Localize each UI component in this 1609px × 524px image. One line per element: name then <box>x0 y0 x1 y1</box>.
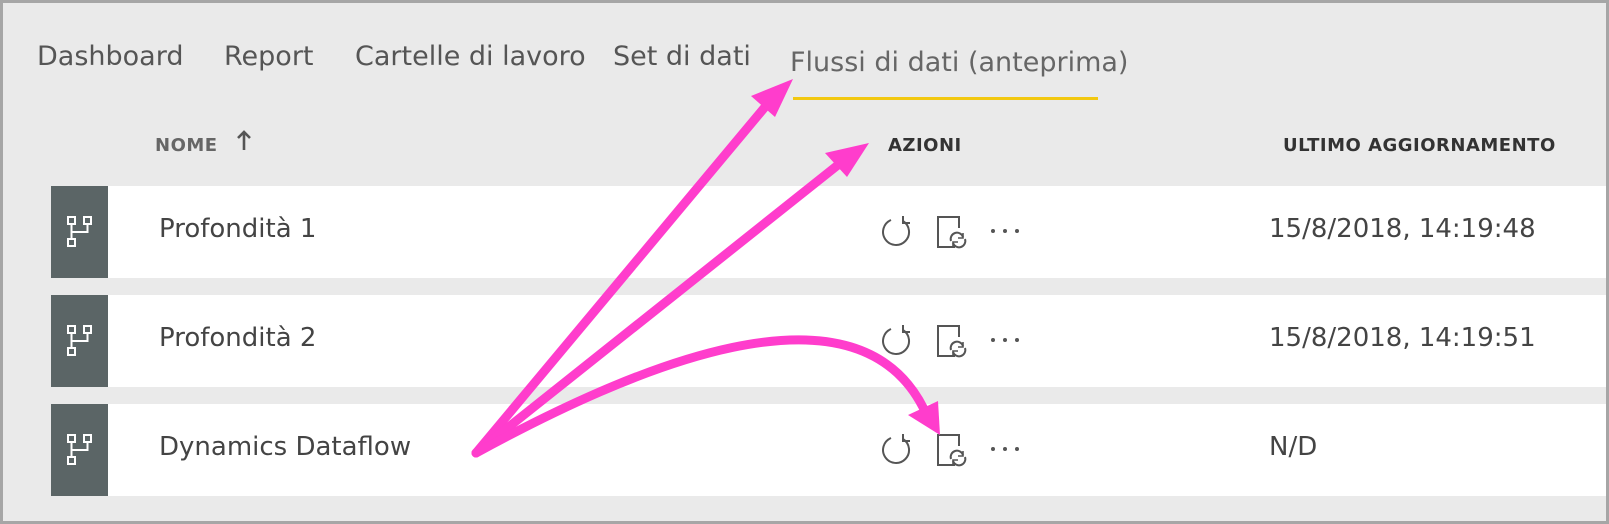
dataflow-name[interactable]: Dynamics Dataflow <box>159 432 411 462</box>
refresh-icon[interactable] <box>879 432 915 468</box>
content-tabs: Dashboard Report Cartelle di lavoro Set … <box>3 3 1606 113</box>
schedule-refresh-icon[interactable] <box>935 432 971 468</box>
dataflow-icon <box>67 216 92 247</box>
schedule-refresh-icon[interactable] <box>935 214 971 250</box>
more-options-icon[interactable] <box>987 323 1023 359</box>
tab-datasets[interactable]: Set di dati <box>613 41 751 72</box>
tab-dataflows[interactable]: Flussi di dati (anteprima) <box>790 47 1128 78</box>
dataflows-panel: Dashboard Report Cartelle di lavoro Set … <box>3 3 1606 521</box>
dataflow-name[interactable]: Profondità 1 <box>159 214 316 244</box>
active-tab-underline <box>793 97 1098 100</box>
column-header-actions: AZIONI <box>888 135 962 156</box>
dataflow-name[interactable]: Profondità 2 <box>159 323 316 353</box>
annotation-arrowhead <box>825 143 869 177</box>
dataflow-icon <box>67 434 92 465</box>
last-refresh-value: 15/8/2018, 14:19:51 <box>1269 323 1536 353</box>
arrow-up-icon[interactable] <box>236 130 252 152</box>
table-row[interactable]: Profondità 1 15/8/2018, 14:19:48 <box>51 186 1606 278</box>
more-options-icon[interactable] <box>987 214 1023 250</box>
schedule-refresh-icon[interactable] <box>935 323 971 359</box>
row-type-badge <box>51 186 108 278</box>
refresh-icon[interactable] <box>879 323 915 359</box>
column-header-name[interactable]: NOME <box>155 135 218 156</box>
refresh-icon[interactable] <box>879 214 915 250</box>
last-refresh-value: N/D <box>1269 432 1318 462</box>
tab-workbooks[interactable]: Cartelle di lavoro <box>355 41 586 72</box>
tab-dashboard[interactable]: Dashboard <box>37 41 183 72</box>
table-row[interactable]: Profondità 2 15/8/2018, 14:19:51 <box>51 295 1606 387</box>
column-header-last-refresh[interactable]: ULTIMO AGGIORNAMENTO <box>1283 135 1556 156</box>
dataflow-icon <box>67 325 92 356</box>
tab-report[interactable]: Report <box>224 41 314 72</box>
more-options-icon[interactable] <box>987 432 1023 468</box>
table-row[interactable]: Dynamics Dataflow N/D <box>51 404 1606 496</box>
last-refresh-value: 15/8/2018, 14:19:48 <box>1269 214 1536 244</box>
row-type-badge <box>51 404 108 496</box>
row-type-badge <box>51 295 108 387</box>
